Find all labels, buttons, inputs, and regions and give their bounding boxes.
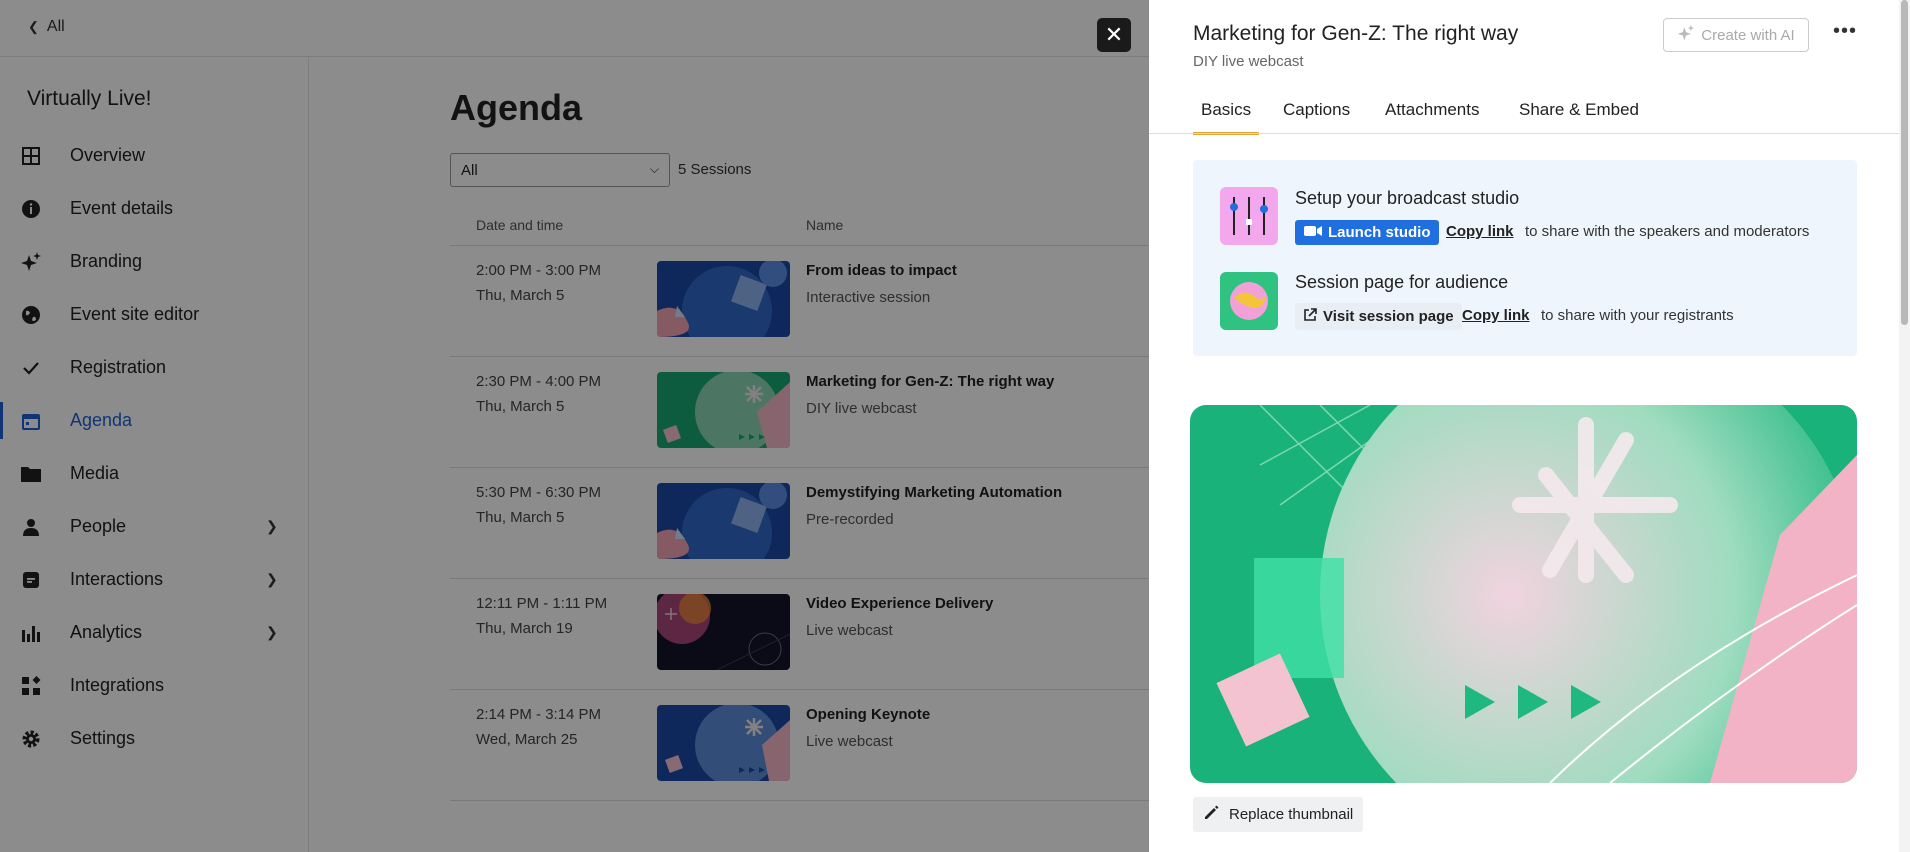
- audience-page-icon: [1220, 272, 1278, 330]
- tab-captions[interactable]: Captions: [1283, 100, 1350, 132]
- studio-heading: Setup your broadcast studio: [1295, 188, 1520, 208]
- create-with-ai-button[interactable]: Create with AI: [1663, 18, 1809, 52]
- tabs-divider: [1149, 133, 1899, 134]
- video-camera-icon: [1303, 224, 1323, 242]
- tab-share-embed[interactable]: Share & Embed: [1519, 100, 1639, 132]
- panel-tabs: Basics Captions Attachments Share & Embe…: [1193, 90, 1909, 135]
- session-detail-panel: Marketing for Gen-Z: The right way DIY l…: [1149, 0, 1910, 852]
- tab-attachments[interactable]: Attachments: [1385, 100, 1480, 132]
- audience-heading: Session page for audience: [1295, 272, 1509, 292]
- audience-share-text: to share with your registrants: [1541, 307, 1734, 324]
- visit-session-page-label: Visit session page: [1323, 308, 1454, 325]
- launch-studio-label: Launch studio: [1328, 224, 1431, 241]
- tab-basics[interactable]: Basics: [1193, 100, 1260, 135]
- copy-session-link[interactable]: Copy link: [1462, 307, 1530, 324]
- panel-subtitle: DIY live webcast: [1193, 53, 1304, 70]
- session-thumbnail-preview: [1190, 405, 1857, 783]
- close-icon: ✕: [1104, 22, 1124, 47]
- studio-share-text: to share with the speakers and moderator…: [1525, 223, 1810, 240]
- panel-scrollbar[interactable]: [1899, 0, 1910, 852]
- copy-studio-link[interactable]: Copy link: [1446, 223, 1514, 240]
- close-panel-button[interactable]: ✕: [1097, 18, 1131, 52]
- replace-thumbnail-label: Replace thumbnail: [1229, 806, 1354, 823]
- sparkle-icon: [1677, 24, 1695, 46]
- more-options-icon[interactable]: •••: [1833, 20, 1857, 43]
- visit-session-page-button[interactable]: Visit session page: [1295, 303, 1462, 330]
- scrollbar-thumb[interactable]: [1901, 0, 1908, 325]
- launch-studio-button[interactable]: Launch studio: [1295, 220, 1439, 245]
- broadcast-studio-card: Setup your broadcast studio Launch studi…: [1193, 160, 1857, 356]
- external-link-icon: [1303, 307, 1317, 326]
- replace-thumbnail-button[interactable]: Replace thumbnail: [1193, 797, 1364, 832]
- panel-title: Marketing for Gen-Z: The right way: [1193, 22, 1519, 45]
- sliders-icon: [1220, 187, 1278, 245]
- create-with-ai-label: Create with AI: [1701, 26, 1795, 44]
- pencil-icon: [1203, 805, 1219, 825]
